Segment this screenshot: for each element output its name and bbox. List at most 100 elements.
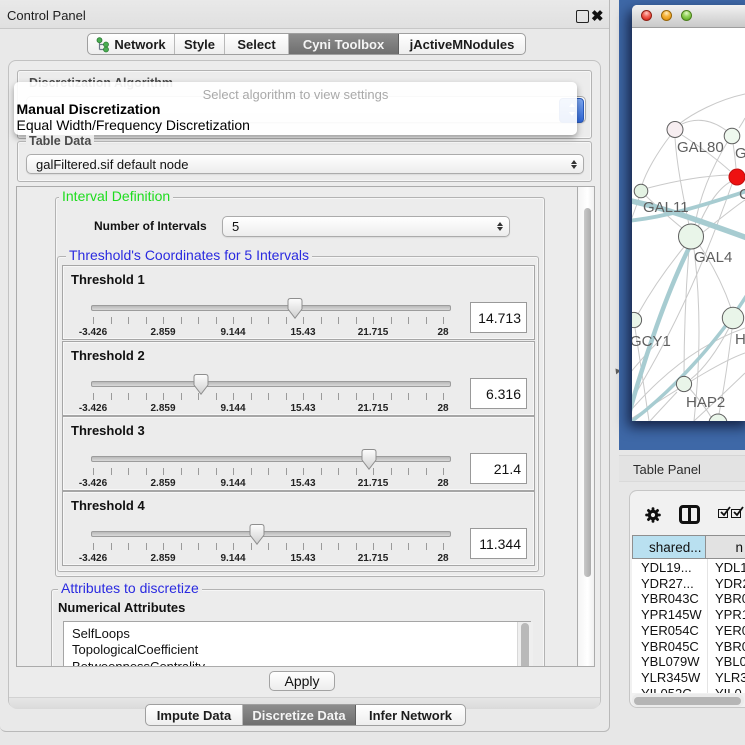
network-edge[interactable] [638,247,684,314]
slider-tick [356,468,357,475]
popup-item-manual-discretization[interactable]: Manual Discretization [17,101,161,117]
gear-icon[interactable] [645,507,661,523]
threshold-value-field[interactable]: 11.344 [470,528,527,559]
column-header-shared-name[interactable]: shared... [632,535,706,559]
slider-tick-label: 28 [437,403,448,414]
zoom-traffic-light-icon[interactable] [681,10,692,21]
cell-name: YDL1 [715,560,745,576]
slider-tick-label: -3.426 [79,403,107,414]
bottom-tab-discretize-data[interactable]: Discretize Data [243,705,356,725]
network-node[interactable] [634,184,648,198]
tab-label: Cyni Toolbox [303,37,384,52]
network-edge[interactable] [739,118,745,128]
slider-track[interactable] [91,456,451,462]
threshold-value-field[interactable]: 14.713 [470,302,527,333]
number-of-intervals-combobox[interactable]: 5 [222,216,510,237]
minimize-traffic-light-icon[interactable] [661,10,672,21]
slider-track[interactable] [91,531,451,537]
network-window[interactable]: GAL80GACGAL11GAL4GCY1HHAP2 [632,5,745,421]
column-header-name[interactable]: n [706,535,745,559]
slider-thumb[interactable] [288,298,303,319]
close-icon[interactable]: ✖ [591,7,604,25]
table-row[interactable]: YPR145WYPR1 [632,607,745,623]
network-edge[interactable] [682,120,727,131]
slider-tick [251,317,252,324]
table-data-combobox[interactable]: galFiltered.sif default node [26,154,584,174]
network-node-label: GAL80 [677,139,724,156]
attributes-list-scrollbar[interactable] [521,623,529,667]
slider-tick [111,468,112,475]
network-node[interactable] [724,128,740,144]
bottom-tab-infer-network[interactable]: Infer Network [356,705,465,725]
cell-name: YIL0 [715,686,742,693]
table-row[interactable]: YLR345WYLR3 [632,670,745,686]
slider-tick [146,543,147,550]
close-traffic-light-icon[interactable] [641,10,652,21]
network-node[interactable] [676,376,691,391]
network-canvas[interactable]: GAL80GACGAL11GAL4GCY1HHAP2 [632,28,745,421]
network-node[interactable] [722,307,743,328]
network-node[interactable] [709,414,727,421]
slider-thumb[interactable] [194,374,209,395]
popup-item-equal-width[interactable]: Equal Width/Frequency Discretization [17,117,250,133]
checkbox-checked-icon[interactable] [718,509,728,518]
tab-style[interactable]: Style [175,34,225,54]
table-row[interactable]: YBR043CYBR0 [632,591,745,607]
cell-shared-name: YIL052C [641,686,692,693]
tab-jactivemnodules[interactable]: jActiveMNodules [399,34,525,54]
network-node[interactable] [632,312,642,327]
table-row[interactable]: YDR27...YDR2 [632,576,745,592]
slider-track[interactable] [91,381,451,387]
threshold-value-field[interactable]: 21.4 [470,453,527,484]
float-window-icon[interactable] [576,10,589,23]
table-row[interactable]: YER054CYER0 [632,623,745,639]
control-panel-titlebar[interactable]: Control Panel ✖ [0,0,609,29]
attribute-item[interactable]: TopologicalCoefficient [72,642,198,657]
number-of-intervals-value: 5 [223,219,491,234]
bottom-tab-impute-data[interactable]: Impute Data [146,705,243,725]
table-row[interactable]: YIL052C YIL0 [632,686,745,693]
vertical-scrollbar[interactable] [577,186,595,667]
slider-thumb[interactable] [250,524,265,545]
apply-button[interactable]: Apply [269,671,335,691]
popup-hint-item[interactable]: Select algorithm to view settings [14,87,577,102]
horizontal-scrollbar[interactable] [632,694,744,707]
threshold-value-field[interactable]: 6.316 [470,378,527,409]
attribute-item[interactable]: SelfLoops [72,626,130,641]
horizontal-scrollbar-thumb[interactable] [634,697,741,705]
attributes-list[interactable]: SelfLoopsTopologicalCoefficient Betweenne… [63,621,531,667]
tab-cyni-toolbox[interactable]: Cyni Toolbox [289,34,399,54]
columns-icon[interactable] [679,505,700,524]
slider-tick-label: -3.426 [79,327,107,338]
slider-track[interactable] [91,305,451,311]
table-row[interactable]: YBR045CYBR0 [632,639,745,655]
table-data-label: Table Data [26,135,94,147]
tab-network[interactable]: Network [88,34,175,54]
network-edge[interactable] [648,175,730,188]
slider-tick [198,543,199,550]
network-edge[interactable] [642,136,670,185]
network-edge[interactable] [691,328,729,379]
control-panel-tabs: Network StyleSelect Cyni Toolbox jActiveMNo… [87,33,526,55]
table-row[interactable]: YBL079WYBL0 [632,654,745,670]
slider-tick [443,393,444,400]
slider-tick [111,317,112,324]
threshold-panel-1: Threshold 1-3.4262.8599.14415.4321.71528… [62,265,535,340]
network-node[interactable] [729,169,745,185]
slider-thumb[interactable] [362,449,377,470]
control-panel-title: Control Panel [7,8,86,23]
network-window-titlebar[interactable] [632,5,745,28]
table-panel-titlebar[interactable]: Table Panel [619,455,745,482]
table-row[interactable]: YDL19...YDL1 [632,560,745,576]
tab-label: Network [114,37,165,52]
checkbox-checked-icon[interactable] [731,509,741,518]
vertical-scrollbar-thumb[interactable] [584,208,591,577]
attribute-item[interactable]: BetweennessCentrality [72,659,205,667]
network-edge[interactable] [679,94,745,124]
network-node[interactable] [679,224,704,249]
slider-tick [443,317,444,324]
network-node[interactable] [667,122,683,138]
tab-select[interactable]: Select [225,34,289,54]
slider-tick [391,543,392,550]
slider-tick [286,393,287,400]
